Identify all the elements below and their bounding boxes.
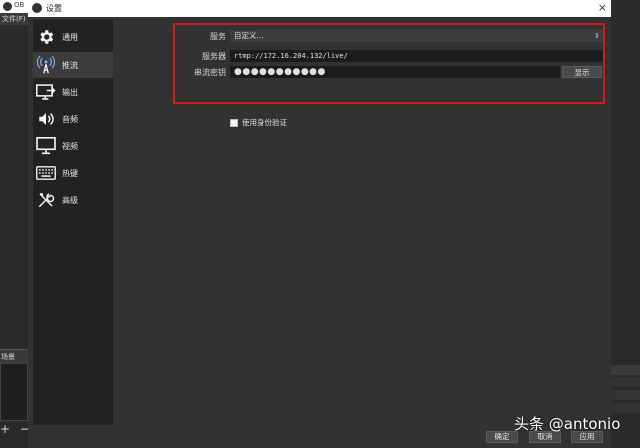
tools-icon bbox=[36, 190, 56, 210]
sidebar-item-audio[interactable]: 音频 bbox=[33, 106, 113, 132]
right-panel-row bbox=[611, 377, 640, 387]
sidebar-item-advanced[interactable]: 高级 bbox=[33, 187, 113, 213]
sidebar-item-general[interactable]: 通用 bbox=[33, 24, 113, 50]
keyboard-icon bbox=[36, 163, 56, 183]
speaker-icon bbox=[36, 109, 56, 129]
output-icon bbox=[36, 82, 56, 102]
sidebar-item-stream[interactable]: 推流 bbox=[33, 52, 113, 78]
sidebar-item-label: 输出 bbox=[62, 87, 78, 97]
close-icon[interactable]: × bbox=[598, 1, 607, 14]
auth-checkbox[interactable] bbox=[230, 118, 238, 127]
auth-checkbox-row[interactable]: 使用身份验证 bbox=[230, 117, 287, 128]
right-panel-header bbox=[611, 365, 640, 375]
right-panel-row bbox=[611, 390, 640, 400]
sidebar-item-label: 音频 bbox=[62, 114, 78, 124]
antenna-icon bbox=[36, 55, 56, 75]
highlight-box bbox=[173, 23, 605, 104]
monitor-icon bbox=[36, 136, 56, 156]
settings-sidebar: 通用 推流 输出 音频 视频 热键 高级 bbox=[33, 20, 113, 425]
main-menubar: 文件(F) bbox=[0, 13, 28, 25]
sidebar-item-output[interactable]: 输出 bbox=[33, 79, 113, 105]
obs-logo-icon bbox=[32, 3, 42, 13]
scenes-header: 场景 bbox=[0, 349, 28, 363]
obs-logo-icon bbox=[3, 2, 12, 11]
menu-file[interactable]: 文件(F) bbox=[2, 14, 26, 24]
scenes-list[interactable] bbox=[0, 363, 28, 421]
sidebar-item-label: 高级 bbox=[62, 195, 78, 205]
main-window-title: OB bbox=[14, 1, 25, 9]
right-panel-row bbox=[611, 403, 640, 413]
settings-title: 设置 bbox=[46, 4, 62, 13]
sidebar-item-label: 视频 bbox=[62, 141, 78, 151]
watermark: 头条 @antonio bbox=[514, 415, 621, 433]
sidebar-item-hotkeys[interactable]: 热键 bbox=[33, 160, 113, 186]
sidebar-item-label: 通用 bbox=[62, 32, 78, 42]
settings-titlebar: 设置 × bbox=[28, 0, 611, 17]
auth-checkbox-label: 使用身份验证 bbox=[242, 118, 287, 127]
sidebar-item-video[interactable]: 视频 bbox=[33, 133, 113, 159]
settings-dialog: 设置 × 通用 推流 输出 音频 视频 热键 高级 服务 自定义... ⇕ 服务… bbox=[28, 0, 611, 448]
gear-icon bbox=[36, 27, 56, 47]
sidebar-item-label: 推流 bbox=[62, 60, 78, 70]
main-right-panel bbox=[611, 25, 640, 448]
scenes-header-label: 场景 bbox=[1, 353, 15, 361]
main-window-titlebar: OB bbox=[0, 0, 28, 13]
sidebar-item-label: 热键 bbox=[62, 168, 78, 178]
